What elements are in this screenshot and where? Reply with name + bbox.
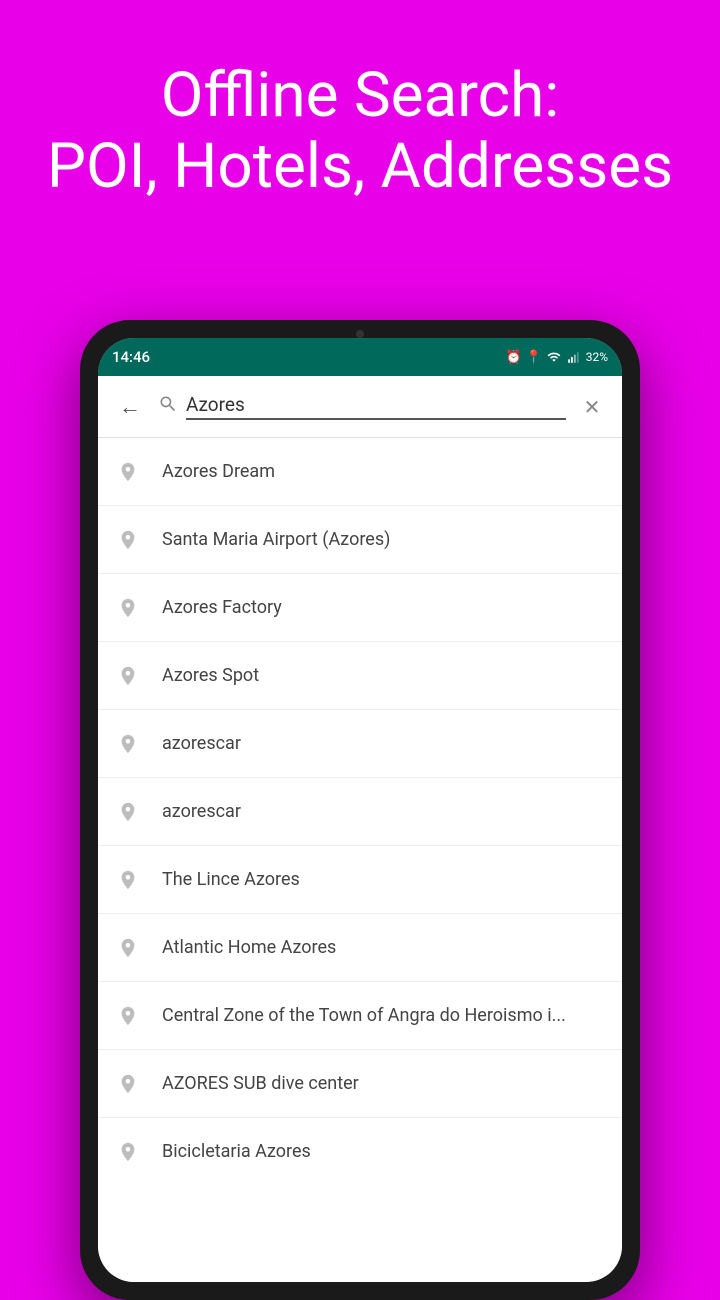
search-bar: ← Azores ✕ (98, 376, 622, 438)
result-label: Azores Factory (162, 596, 282, 619)
phone-screen: 14:46 ⏰ 📍 (98, 338, 622, 1282)
result-label: Azores Dream (162, 460, 275, 483)
list-item[interactable]: Azores Factory (98, 574, 622, 642)
location-pin-icon (114, 662, 142, 690)
phone-container: 14:46 ⏰ 📍 (80, 320, 640, 1300)
result-label: Atlantic Home Azores (162, 936, 336, 959)
status-bar: 14:46 ⏰ 📍 (98, 338, 622, 376)
alarm-icon: ⏰ (506, 349, 522, 365)
result-label: azorescar (162, 732, 241, 755)
list-item[interactable]: AZORES SUB dive center (98, 1050, 622, 1118)
location-pin-icon (114, 1002, 142, 1030)
signal-icon (566, 349, 582, 365)
search-query[interactable]: Azores (186, 393, 566, 420)
clear-icon: ✕ (584, 395, 601, 419)
result-label: azorescar (162, 800, 241, 823)
location-pin-icon (114, 594, 142, 622)
location-pin-icon (114, 1070, 142, 1098)
location-pin-icon (114, 458, 142, 486)
back-button[interactable]: ← (110, 387, 150, 427)
location-pin-icon (114, 526, 142, 554)
location-pin-icon (114, 866, 142, 894)
list-item[interactable]: Santa Maria Airport (Azores) (98, 506, 622, 574)
back-icon: ← (119, 394, 141, 420)
results-list: Azores Dream Santa Maria Airport (Azores… (98, 438, 622, 1282)
page-title: Offline Search: POI, Hotels, Addresses (40, 60, 680, 203)
phone-shell: 14:46 ⏰ 📍 (80, 320, 640, 1300)
battery-text: 32% (586, 350, 608, 364)
result-label: Central Zone of the Town of Angra do Her… (162, 1004, 566, 1027)
result-label: The Lince Azores (162, 868, 300, 891)
result-label: Azores Spot (162, 664, 259, 687)
location-icon: 📍 (526, 349, 542, 365)
list-item[interactable]: Azores Spot (98, 642, 622, 710)
status-icons-group: ⏰ 📍 (506, 349, 608, 365)
search-icon (158, 394, 178, 419)
header-section: Offline Search: POI, Hotels, Addresses (0, 0, 720, 233)
list-item[interactable]: Bicicletaria Azores (98, 1118, 622, 1186)
list-item[interactable]: azorescar (98, 778, 622, 846)
result-label: AZORES SUB dive center (162, 1072, 359, 1095)
list-item[interactable]: Azores Dream (98, 438, 622, 506)
result-label: Bicicletaria Azores (162, 1140, 311, 1163)
list-item[interactable]: Central Zone of the Town of Angra do Her… (98, 982, 622, 1050)
location-pin-icon (114, 934, 142, 962)
list-item[interactable]: Atlantic Home Azores (98, 914, 622, 982)
clear-button[interactable]: ✕ (574, 389, 610, 425)
location-pin-icon (114, 730, 142, 758)
list-item[interactable]: azorescar (98, 710, 622, 778)
list-item[interactable]: The Lince Azores (98, 846, 622, 914)
result-label: Santa Maria Airport (Azores) (162, 528, 390, 551)
location-pin-icon (114, 798, 142, 826)
status-time: 14:46 (112, 348, 150, 366)
location-pin-icon (114, 1138, 142, 1166)
wifi-icon (546, 349, 562, 365)
